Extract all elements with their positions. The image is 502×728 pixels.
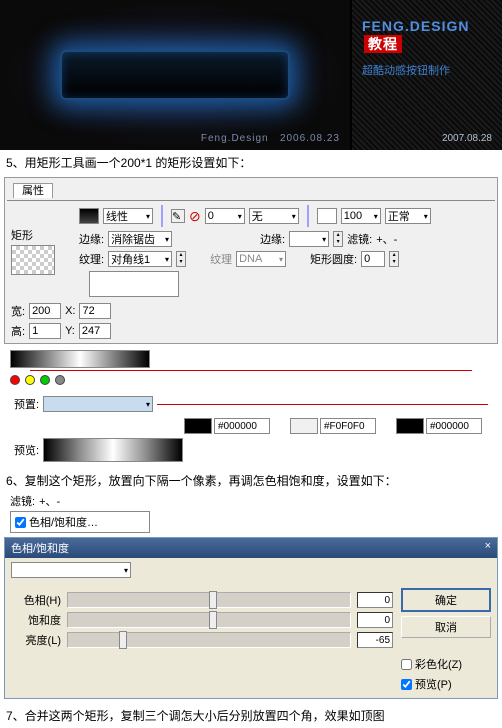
gradient-editor: 预置: 预览: xyxy=(0,346,502,468)
footer-date-right: 2007.08.28 xyxy=(442,133,492,144)
radius-spinner[interactable]: ▴▾ xyxy=(389,251,399,267)
stroke-style-select[interactable]: 无 xyxy=(249,208,299,224)
x-input[interactable] xyxy=(79,303,111,319)
sat-slider[interactable] xyxy=(67,612,351,628)
preview-checkbox[interactable]: 预览(P) xyxy=(401,676,491,692)
height-input[interactable] xyxy=(29,323,61,339)
gradient-preview-top[interactable] xyxy=(10,350,150,368)
properties-panel: 属性 矩形 线性 ✎ ⊘ 0 无 100 正常 边缘: 消除锯齿 xyxy=(4,177,498,344)
footer-brand: Feng.Design xyxy=(201,133,269,144)
edge2-label: 边缘: xyxy=(260,231,285,247)
fill-swatch[interactable] xyxy=(79,208,99,224)
width-input[interactable] xyxy=(29,303,61,319)
edge-select[interactable]: 消除锯齿 xyxy=(108,231,172,247)
opacity-swatch[interactable] xyxy=(317,208,337,224)
preset-select[interactable] xyxy=(43,396,153,412)
edge2-select[interactable] xyxy=(289,231,329,247)
hue-slider[interactable] xyxy=(67,592,351,608)
step-5-text: 5、用矩形工具画一个200*1 的矩形设置如下： xyxy=(0,150,502,175)
radius-label: 矩形圆度: xyxy=(310,251,357,267)
filter-buttons[interactable]: +、- xyxy=(376,231,397,247)
filter2-label: 滤镜: xyxy=(10,493,35,509)
stop-swatch-1[interactable] xyxy=(184,418,212,434)
height-label: 高: xyxy=(11,323,25,339)
edge-label: 边缘: xyxy=(79,231,104,247)
texture-label: 纹理: xyxy=(79,251,104,267)
ok-button[interactable]: 确定 xyxy=(401,588,491,612)
hue-value[interactable] xyxy=(357,592,393,608)
preview-image: Feng.Design 2006.08.23 xyxy=(0,0,350,150)
fill-type-select[interactable]: 线性 xyxy=(103,208,153,224)
light-label: 亮度(L) xyxy=(11,632,61,648)
colorize-checkbox[interactable]: 彩色化(Z) xyxy=(401,656,491,672)
preset-label: 预置: xyxy=(14,396,39,412)
title-panel: FENG.DESIGN 教程 超酷动感按钮制作 2007.08.28 xyxy=(352,0,502,150)
subtitle: 超酷动感按钮制作 xyxy=(362,62,492,78)
texture-select[interactable]: 对角线1 xyxy=(108,251,172,267)
stop-dot-gray[interactable] xyxy=(55,375,65,385)
hue-channel-select[interactable] xyxy=(11,562,131,578)
radius-input[interactable] xyxy=(361,251,385,267)
logo-en: FENG.DESIGN xyxy=(362,18,469,34)
hue-label: 色相(H) xyxy=(11,592,61,608)
texture-dna-select[interactable]: DNA xyxy=(236,251,286,267)
blend-select[interactable]: 正常 xyxy=(385,208,431,224)
sat-value[interactable] xyxy=(357,612,393,628)
opacity-select[interactable]: 100 xyxy=(341,208,381,224)
filter-label: 滤镜: xyxy=(347,231,372,247)
filter-checkbox[interactable] xyxy=(15,517,26,528)
y-label: Y: xyxy=(65,325,75,337)
hex-input-2[interactable] xyxy=(320,418,376,434)
step-7-text: 7、合并这两个矩形，复制三个调怎大小后分别放置四个角，效果如顶图 xyxy=(0,703,502,728)
panel-tabs: 属性 xyxy=(7,180,495,201)
filter-list[interactable] xyxy=(89,271,179,297)
stop-dot-red[interactable] xyxy=(10,375,20,385)
header-banner: Feng.Design 2006.08.23 FENG.DESIGN 教程 超酷… xyxy=(0,0,502,150)
filter2-buttons[interactable]: +、- xyxy=(39,493,60,509)
y-input[interactable] xyxy=(79,323,111,339)
light-slider[interactable] xyxy=(67,632,351,648)
stroke-width-select[interactable]: 0 xyxy=(205,208,245,224)
close-icon[interactable]: × xyxy=(485,540,491,556)
sat-label: 饱和度 xyxy=(11,612,61,628)
edge2-spinner[interactable]: ▴▾ xyxy=(333,231,343,247)
width-label: 宽: xyxy=(11,303,25,319)
filter-item-hue[interactable]: 色相/饱和度… xyxy=(15,514,145,530)
texture-spinner[interactable]: ▴▾ xyxy=(176,251,186,267)
logo-cn: 教程 xyxy=(364,35,402,53)
stop-dot-yellow[interactable] xyxy=(25,375,35,385)
cancel-button[interactable]: 取消 xyxy=(401,616,491,638)
step-6-text: 6、复制这个矩形，放置向下隔一个像素，再调怎色相饱和度，设置如下： xyxy=(0,468,502,493)
shape-label: 矩形 xyxy=(11,227,71,243)
stop-swatch-3[interactable] xyxy=(396,418,424,434)
hex-input-1[interactable] xyxy=(214,418,270,434)
no-stroke-icon[interactable]: ⊘ xyxy=(189,208,201,225)
stop-dot-green[interactable] xyxy=(40,375,50,385)
dialog-title: 色相/饱和度 xyxy=(11,540,69,556)
hue-sat-dialog: 色相/饱和度 × 色相(H) 饱和度 亮度(L) 确定 取消 xyxy=(4,537,498,699)
preview-label: 预览: xyxy=(14,442,39,458)
light-value[interactable] xyxy=(357,632,393,648)
hex-input-3[interactable] xyxy=(426,418,482,434)
shape-thumbnail[interactable] xyxy=(11,245,55,275)
footer-date-left: 2006.08.23 xyxy=(280,133,340,144)
texture2-label: 纹理 xyxy=(210,251,232,267)
x-label: X: xyxy=(65,305,75,317)
pencil-icon[interactable]: ✎ xyxy=(171,209,185,223)
stop-swatch-2[interactable] xyxy=(290,418,318,434)
gradient-preview-bottom xyxy=(43,438,183,462)
glow-button-preview xyxy=(60,50,290,100)
tab-properties[interactable]: 属性 xyxy=(13,183,53,198)
